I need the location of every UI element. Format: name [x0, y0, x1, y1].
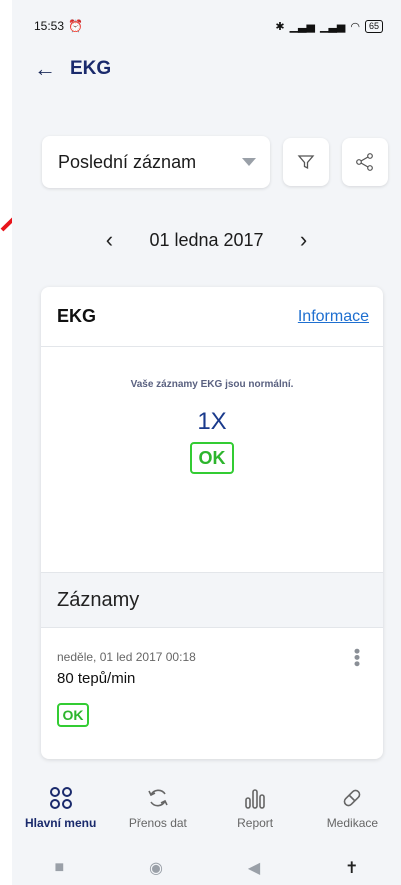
grid-icon [49, 787, 72, 809]
nav-label: Report [237, 816, 274, 830]
summary-text: Vaše záznamy EKG jsou normální. [130, 379, 294, 390]
back-arrow-icon[interactable]: ← [34, 58, 56, 80]
nav-data-transfer[interactable]: Přenos dat [118, 786, 198, 830]
wifi-icon: ◠ [350, 20, 360, 33]
battery-icon: 65 [364, 19, 383, 33]
status-bar: 15:53 ⏰ ✱ ▁▃▅ ▁▃▅ ◠ 65 [12, 0, 401, 52]
records-title: Záznamy [41, 572, 383, 628]
ekg-card: EKG Informace Vaše záznamy EKG jsou norm… [41, 287, 383, 759]
status-time: 15:53 [34, 19, 65, 33]
record-datetime: neděle, 01 led 2017 00:18 [57, 650, 196, 664]
card-header: EKG Informace [41, 287, 383, 347]
list-item[interactable]: neděle, 01 led 2017 00:18 80 tepů/min OK… [41, 628, 383, 727]
share-button[interactable] [342, 138, 388, 186]
share-icon [356, 153, 373, 171]
chevron-left-icon[interactable]: ‹ [99, 227, 119, 253]
summary-count: 1X [197, 408, 227, 435]
chevron-down-icon [242, 158, 256, 166]
chevron-right-icon[interactable]: › [294, 227, 314, 253]
back-icon[interactable]: ◀ [248, 858, 260, 878]
top-bar: ← EKG [34, 58, 111, 80]
nav-medication[interactable]: Medikace [312, 786, 392, 830]
nav-report[interactable]: Report [215, 786, 295, 830]
more-vertical-icon[interactable]: ••• [347, 648, 367, 667]
record-filter-dropdown[interactable]: Poslední záznam [42, 136, 270, 188]
signal-icon: ▁▃▅ [289, 20, 315, 33]
home-icon[interactable]: ◉ [149, 858, 163, 878]
system-navigation: ■ ◉ ◀ ✝ [12, 850, 401, 885]
info-link[interactable]: Informace [298, 308, 369, 326]
alarm-icon: ⏰ [68, 19, 83, 33]
record-status-badge: OK [57, 703, 89, 727]
signal-icon-2: ▁▃▅ [319, 20, 346, 33]
phone-screen: 15:53 ⏰ ✱ ▁▃▅ ▁▃▅ ◠ 65 ← EKG Poslední zá… [12, 0, 401, 885]
bluetooth-icon: ✱ [275, 20, 285, 33]
nav-label: Hlavní menu [24, 816, 97, 830]
recents-icon[interactable]: ■ [54, 859, 64, 877]
accessibility-icon[interactable]: ✝ [345, 858, 358, 878]
funnel-icon [297, 155, 315, 170]
filter-button[interactable] [283, 138, 329, 186]
page-title: EKG [70, 58, 112, 79]
ekg-summary: Vaše záznamy EKG jsou normální. 1X OK [41, 347, 383, 572]
sync-icon [148, 789, 168, 807]
current-date: 01 ledna 2017 [149, 229, 264, 250]
dropdown-selected-value: Poslední záznam [58, 151, 197, 172]
nav-label: Medikace [326, 816, 379, 830]
bottom-navigation: Hlavní menu Přenos dat Report Medikace [12, 772, 401, 844]
record-value: 80 tepů/min [57, 670, 136, 687]
nav-main-menu[interactable]: Hlavní menu [21, 786, 101, 830]
nav-label: Přenos dat [128, 816, 187, 830]
date-navigator: ‹ 01 ledna 2017 › [12, 222, 401, 258]
pill-icon [344, 789, 361, 807]
card-title: EKG [57, 306, 97, 326]
status-badge: OK [190, 442, 234, 474]
report-icon [245, 789, 265, 809]
